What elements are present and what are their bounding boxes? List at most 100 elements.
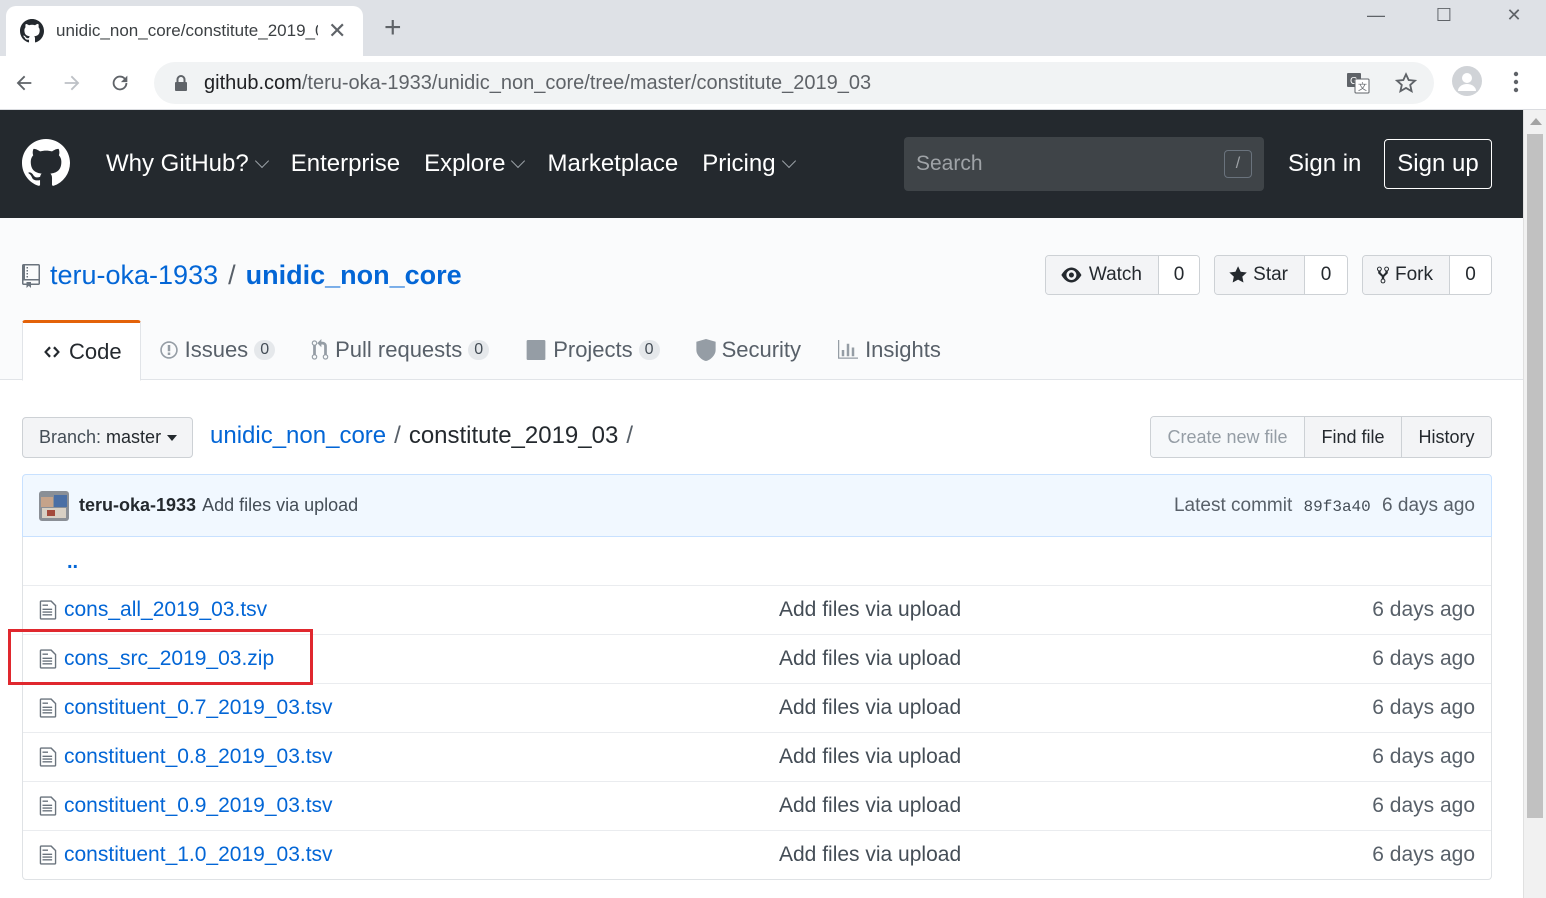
star-icon[interactable]: [1395, 72, 1417, 94]
forward-icon[interactable]: [57, 68, 87, 98]
github-logo-icon[interactable]: [22, 139, 70, 187]
translate-icon[interactable]: G文: [1346, 72, 1370, 94]
back-icon[interactable]: [9, 68, 39, 98]
scroll-thumb[interactable]: [1527, 134, 1543, 818]
parent-dir-link[interactable]: ..: [67, 551, 78, 574]
commit-author-link[interactable]: teru-oka-1933: [79, 495, 196, 516]
tab-projects[interactable]: Projects 0: [507, 320, 677, 380]
projects-counter: 0: [638, 340, 660, 360]
create-new-file-button[interactable]: Create new file: [1151, 417, 1305, 457]
file-age: 6 days ago: [1372, 696, 1475, 719]
plus-icon[interactable]: +: [384, 12, 402, 44]
svg-text:文: 文: [1358, 81, 1367, 92]
file-actions: Create new file Find file History: [1150, 416, 1492, 458]
file-name-link[interactable]: cons_all_2019_03.tsv: [64, 598, 267, 622]
tab-insights-label: Insights: [865, 337, 941, 362]
page-scrollbar[interactable]: [1523, 110, 1546, 898]
nav-enterprise[interactable]: Enterprise: [291, 150, 400, 178]
file-commit-message[interactable]: Add files via upload: [779, 745, 961, 769]
file-icon: [39, 796, 57, 816]
fork-button[interactable]: Fork: [1363, 256, 1450, 294]
star-label: Star: [1253, 264, 1288, 285]
watch-group: Watch 0: [1045, 255, 1200, 295]
star-count[interactable]: 0: [1305, 256, 1347, 294]
nav-why-github[interactable]: Why GitHub?: [106, 150, 269, 178]
breadcrumb-repo-link[interactable]: unidic_non_core: [210, 422, 386, 450]
file-name-link[interactable]: constituent_0.8_2019_03.tsv: [64, 745, 333, 769]
repo-owner-link[interactable]: teru-oka-1933: [50, 260, 218, 291]
file-name-link[interactable]: cons_src_2019_03.zip: [64, 647, 274, 671]
search-input[interactable]: Search /: [904, 137, 1264, 191]
close-icon[interactable]: ✕: [328, 18, 346, 44]
file-commit-message[interactable]: Add files via upload: [779, 794, 961, 818]
tab-security[interactable]: Security: [678, 320, 819, 380]
repo-icon: [22, 263, 40, 288]
address-bar[interactable]: github.com/teru-oka-1933/unidic_non_core…: [154, 62, 1434, 104]
file-commit-message[interactable]: Add files via upload: [779, 843, 961, 867]
fork-label: Fork: [1395, 264, 1433, 285]
tab-code-label: Code: [69, 338, 122, 364]
profile-icon[interactable]: [1452, 66, 1482, 96]
file-commit-message[interactable]: Add files via upload: [779, 598, 961, 622]
file-list: .. cons_all_2019_03.tsv Add files via up…: [22, 537, 1492, 880]
browser-tab[interactable]: unidic_non_core/constitute_2019_03 ✕: [6, 6, 363, 56]
file-name-link[interactable]: constituent_1.0_2019_03.tsv: [64, 843, 333, 867]
tab-issues[interactable]: Issues 0: [141, 320, 294, 380]
star-group: Star 0: [1214, 255, 1348, 295]
window-close-icon[interactable]: ✕: [1484, 0, 1544, 30]
history-button[interactable]: History: [1402, 417, 1491, 457]
sign-in-link[interactable]: Sign in: [1288, 150, 1361, 178]
repo-name-link[interactable]: unidic_non_core: [246, 260, 462, 291]
minimize-icon[interactable]: ―: [1346, 0, 1406, 30]
search-placeholder: Search: [916, 152, 983, 175]
file-commit-message[interactable]: Add files via upload: [779, 696, 961, 720]
tab-title: unidic_non_core/constitute_2019_03: [56, 21, 318, 40]
file-age: 6 days ago: [1372, 843, 1475, 866]
file-name-link[interactable]: constituent_0.7_2019_03.tsv: [64, 696, 333, 720]
issues-counter: 0: [254, 340, 276, 360]
file-row: constituent_0.7_2019_03.tsv Add files vi…: [23, 683, 1491, 732]
chevron-down-icon: [511, 153, 526, 169]
menu-icon[interactable]: [1506, 68, 1526, 98]
author-avatar[interactable]: [39, 490, 69, 521]
eye-icon: [1061, 267, 1082, 283]
branch-name: master: [106, 427, 162, 447]
tab-pull-requests[interactable]: Pull requests 0: [293, 320, 507, 380]
nav-explore-label: Explore: [424, 150, 506, 177]
tab-pull-requests-label: Pull requests: [335, 337, 463, 362]
repo-separator: /: [228, 260, 236, 290]
commit-sha-link[interactable]: 89f3a40: [1304, 498, 1371, 516]
file-commit-message[interactable]: Add files via upload: [779, 647, 961, 671]
file-row: constituent_0.9_2019_03.tsv Add files vi…: [23, 781, 1491, 830]
parent-dir-row: ..: [23, 537, 1491, 585]
pull-requests-counter: 0: [468, 340, 490, 360]
pull-request-icon: [311, 339, 329, 360]
nav-pricing[interactable]: Pricing: [702, 150, 796, 178]
breadcrumb-current-dir: constitute_2019_03: [408, 422, 619, 449]
find-file-button[interactable]: Find file: [1305, 417, 1402, 457]
watch-count[interactable]: 0: [1159, 256, 1199, 294]
commit-tease: teru-oka-1933 Add files via upload Lates…: [22, 474, 1492, 537]
nav-marketplace[interactable]: Marketplace: [547, 150, 678, 178]
chevron-down-icon: [254, 153, 269, 169]
github-favicon-icon: [20, 19, 44, 43]
watch-button[interactable]: Watch: [1046, 256, 1159, 294]
repo-header: teru-oka-1933 / unidic_non_core Watch 0 …: [0, 218, 1523, 381]
file-age: 6 days ago: [1372, 745, 1475, 768]
fork-count[interactable]: 0: [1450, 256, 1491, 294]
sign-up-button[interactable]: Sign up: [1384, 139, 1492, 189]
tab-insights[interactable]: Insights: [819, 320, 959, 380]
scroll-up-arrow[interactable]: [1530, 118, 1542, 125]
nav-explore[interactable]: Explore: [424, 150, 526, 178]
maximize-icon[interactable]: ☐: [1414, 0, 1474, 30]
file-icon: [39, 649, 57, 669]
reload-icon[interactable]: [105, 68, 135, 98]
branch-select-button[interactable]: Branch: master: [22, 417, 193, 458]
fork-group: Fork 0: [1362, 255, 1492, 295]
file-name-link[interactable]: constituent_0.9_2019_03.tsv: [64, 794, 333, 818]
star-button[interactable]: Star: [1215, 256, 1305, 294]
file-row: constituent_1.0_2019_03.tsv Add files vi…: [23, 830, 1491, 879]
commit-message-link[interactable]: Add files via upload: [202, 495, 1174, 516]
file-row: constituent_0.8_2019_03.tsv Add files vi…: [23, 732, 1491, 781]
tab-code[interactable]: Code: [22, 320, 141, 381]
